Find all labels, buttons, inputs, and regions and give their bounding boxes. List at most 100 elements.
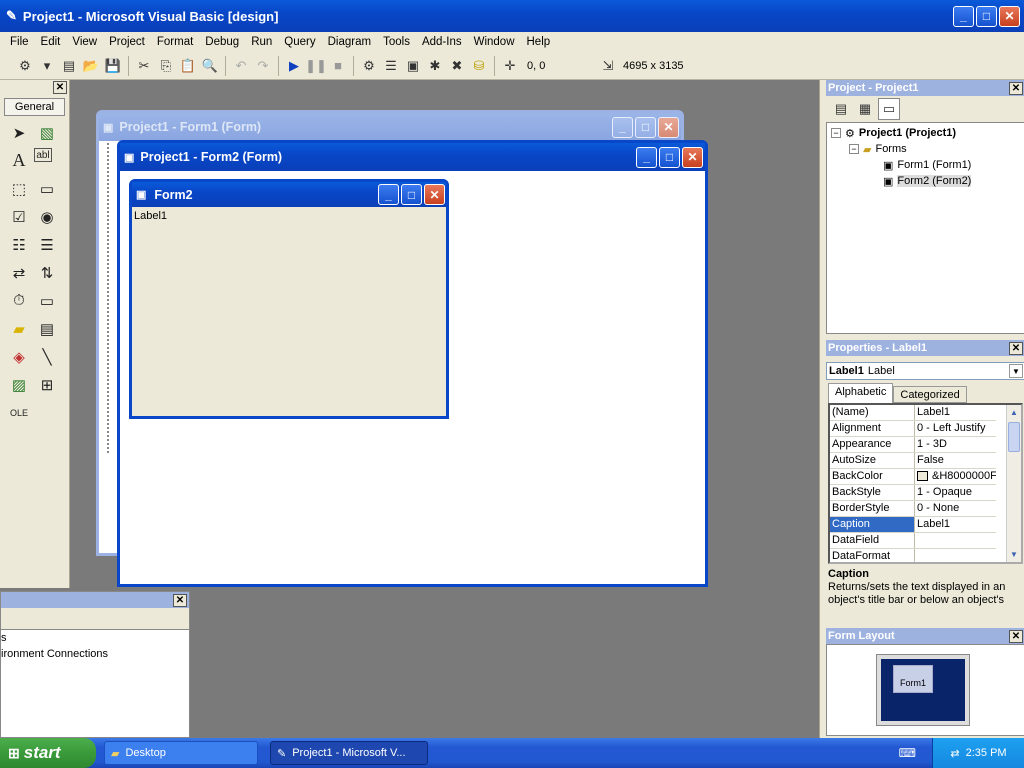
frame-icon[interactable]: ⬚ [6,176,32,201]
property-row[interactable]: BackStyle 1 - Opaque [830,485,996,501]
collapse-icon[interactable]: − [831,128,841,138]
scroll-thumb[interactable] [1008,422,1020,452]
main-title-bar[interactable]: ✎ Project1 - Microsoft Visual Basic [des… [0,0,1024,32]
form1-minimize-button[interactable]: _ [612,116,633,138]
menu-file[interactable]: File [4,36,35,48]
commandbutton-icon[interactable]: ▭ [34,176,60,201]
chevron-down-icon[interactable]: ▼ [1009,364,1023,378]
toggle-folders-icon[interactable]: ▭ [878,98,900,120]
property-scrollbar[interactable]: ▲ ▼ [1006,405,1021,562]
collapse-icon[interactable]: − [849,144,859,154]
menu-tools[interactable]: Tools [377,36,416,48]
redo-icon[interactable]: ↷ [252,55,274,77]
tab-alphabetic[interactable]: Alphabetic [828,383,894,403]
properties-close-button[interactable]: ✕ [1009,341,1023,355]
add-project-icon[interactable]: ⚙ [14,55,36,77]
form2-close-button[interactable]: ✕ [682,146,703,168]
cut-icon[interactable]: ✂ [133,55,155,77]
data-icon[interactable]: ⊞ [34,372,60,397]
property-row[interactable]: DataField [830,533,996,549]
object-selector[interactable]: Label1 Label ▼ [826,362,1024,380]
start-button[interactable]: ⊞ start [0,738,96,768]
property-row[interactable]: DataFormat [830,549,996,562]
copy-icon[interactable]: ⎘ [155,55,177,77]
form2-minimize-button[interactable]: _ [636,146,657,168]
vscrollbar-icon[interactable]: ⇅ [34,260,60,285]
optionbutton-icon[interactable]: ◉ [34,204,60,229]
textbox-icon[interactable]: abl [34,148,52,162]
scroll-up-icon[interactable]: ▲ [1007,405,1021,420]
forms-folder[interactable]: Forms [875,143,906,155]
form2-maximize-button[interactable]: □ [659,146,680,168]
menu-editor-icon[interactable]: ▤ [58,55,80,77]
tree-item-form1[interactable]: Form1 (Form1) [897,159,971,171]
menu-diagram[interactable]: Diagram [322,36,377,48]
combobox-icon[interactable]: ☷ [6,232,32,257]
image-icon[interactable]: ▨ [6,372,32,397]
form2-title-bar[interactable]: ▣ Project1 - Form2 (Form) _ □ ✕ [120,143,705,171]
find-icon[interactable]: 🔍 [199,55,221,77]
form1-maximize-button[interactable]: □ [635,116,656,138]
menu-window[interactable]: Window [468,36,521,48]
menu-run[interactable]: Run [245,36,278,48]
form-layout-thumb[interactable]: Form1 [893,665,933,693]
form1-title-bar[interactable]: ▣ Project1 - Form1 (Form) _ □ ✕ [99,113,681,141]
menu-edit[interactable]: Edit [35,36,67,48]
property-value[interactable]: 0 - None [915,501,996,516]
property-row[interactable]: BorderStyle 0 - None [830,501,996,517]
form1-close-button[interactable]: ✕ [658,116,679,138]
form2-design-title-bar[interactable]: ▣ Form2 _ □ ✕ [132,182,446,207]
checkbox-icon[interactable]: ☑ [6,204,32,229]
menu-view[interactable]: View [66,36,103,48]
property-value[interactable]: False [915,453,996,468]
property-value[interactable]: Label1 [915,405,996,420]
network-icon[interactable]: ⇄ [950,747,959,760]
property-value[interactable] [915,549,996,562]
timer-icon[interactable]: ⏱ [6,288,32,313]
keyboard-icon[interactable]: ⌨ [899,746,916,760]
project-explorer-icon[interactable]: ⚙ [358,55,380,77]
label-icon[interactable]: A [6,148,32,173]
property-value[interactable]: 0 - Left Justify [915,421,996,436]
toolbox-icon[interactable]: ✖ [446,55,468,77]
property-value[interactable] [915,533,996,548]
filelistbox-icon[interactable]: ▤ [34,316,60,341]
break-icon[interactable]: ❚❚ [305,55,327,77]
label1-control[interactable]: Label1 [134,210,167,222]
data-view-icon[interactable]: ⛁ [468,55,490,77]
task-desktop[interactable]: ▰ Desktop [104,741,258,765]
object-browser-icon[interactable]: ✱ [424,55,446,77]
project-explorer-close-button[interactable]: ✕ [1009,81,1023,95]
tree-item-form2[interactable]: Form2 (Form2) [897,175,972,187]
data-view-close-button[interactable]: ✕ [173,593,187,607]
form-layout-close-button[interactable]: ✕ [1009,629,1023,643]
task-vb[interactable]: ✎ Project1 - Microsoft V... [270,741,428,765]
drivelistbox-icon[interactable]: ▭ [34,288,60,313]
property-row[interactable]: BackColor &H8000000F [830,469,996,485]
close-button[interactable]: ✕ [999,5,1020,27]
toolbox-tab-general[interactable]: General [4,98,65,116]
view-code-icon[interactable]: ▤ [830,98,852,120]
property-value[interactable]: Label1 [915,517,996,532]
properties-window-icon[interactable]: ☰ [380,55,402,77]
ole-icon[interactable]: OLE [6,400,32,425]
scroll-down-icon[interactable]: ▼ [1007,547,1021,562]
property-value[interactable]: 1 - 3D [915,437,996,452]
menu-help[interactable]: Help [521,36,557,48]
project-root[interactable]: Project1 (Project1) [859,127,956,139]
shape-icon[interactable]: ◈ [6,344,32,369]
project-explorer-title-bar[interactable]: Project - Project1 ✕ [826,80,1024,96]
paste-icon[interactable]: 📋 [177,55,199,77]
toolbox-close-button[interactable]: ✕ [53,81,67,94]
hscrollbar-icon[interactable]: ⇄ [6,260,32,285]
dirlistbox-icon[interactable]: ▰ [6,316,32,341]
add-form-icon[interactable]: ▾ [36,55,58,77]
menu-project[interactable]: Project [103,36,151,48]
save-project-icon[interactable]: 💾 [102,55,124,77]
property-value[interactable]: &H8000000F [915,469,996,484]
picturebox-icon[interactable]: ▧ [34,120,60,145]
property-row[interactable]: Appearance 1 - 3D [830,437,996,453]
maximize-button[interactable]: □ [976,5,997,27]
form-layout-icon[interactable]: ▣ [402,55,424,77]
property-value[interactable]: 1 - Opaque [915,485,996,500]
